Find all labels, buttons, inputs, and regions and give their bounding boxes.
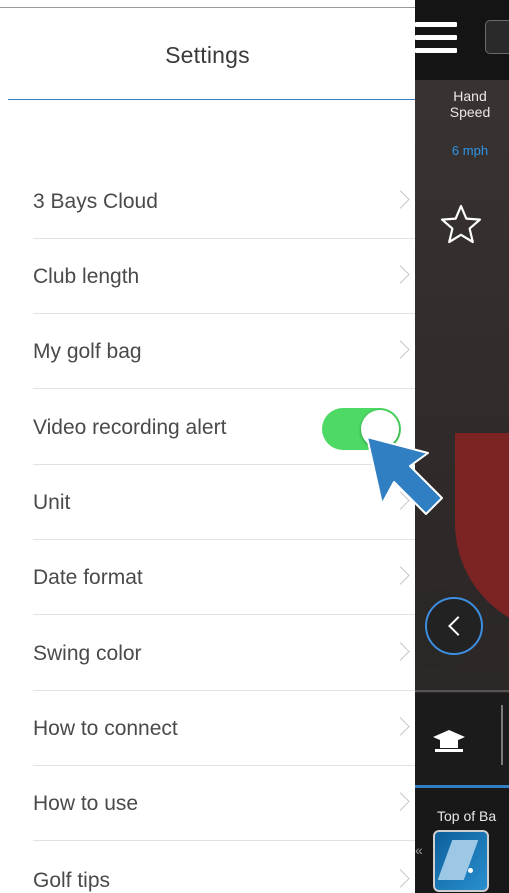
star-icon[interactable] — [440, 203, 482, 245]
chevron-right-icon — [391, 717, 410, 736]
settings-item-label: How to connect — [33, 717, 178, 740]
settings-item-label: Date format — [33, 566, 143, 589]
settings-item-unit[interactable]: Unit — [0, 465, 415, 540]
chevron-right-icon — [391, 340, 410, 359]
menu-icon[interactable] — [415, 22, 457, 56]
hand-speed-label-line2: Speed — [449, 104, 491, 120]
arrow-pointer-icon — [366, 436, 443, 515]
chevron-right-icon — [391, 869, 410, 888]
row-divider — [33, 388, 415, 389]
cap-icon[interactable] — [429, 727, 469, 755]
settings-panel: Settings 3 Bays Cloud Club length My gol… — [0, 0, 415, 893]
row-divider — [33, 614, 415, 615]
settings-item-label: My golf bag — [33, 340, 142, 363]
settings-item-date-format[interactable]: Date format — [0, 540, 415, 615]
collapse-icon[interactable]: « — [415, 842, 423, 858]
settings-item-label: Unit — [33, 491, 71, 514]
swing-thumbnail-icon[interactable] — [433, 830, 489, 892]
settings-item-label: How to use — [33, 792, 139, 815]
settings-item-3-bays-cloud[interactable]: 3 Bays Cloud — [0, 164, 415, 239]
back-chevron-icon — [448, 616, 468, 636]
settings-item-label: 3 Bays Cloud — [33, 190, 158, 213]
settings-item-swing-color[interactable]: Swing color — [0, 616, 415, 691]
settings-item-club-length[interactable]: Club length — [0, 239, 415, 314]
settings-item-video-recording-alert: Video recording alert — [0, 390, 415, 465]
chevron-right-icon — [391, 792, 410, 811]
hand-speed-value: 6 mph — [451, 143, 489, 158]
chevron-right-icon — [391, 190, 410, 209]
toolbar-divider — [415, 690, 509, 692]
swing-phase-panel: Top of Ba « — [415, 788, 509, 893]
status-divider — [0, 7, 415, 8]
settings-item-label: Video recording alert — [33, 416, 227, 439]
toolbar-divider-line — [501, 705, 503, 765]
page-title: Settings — [165, 42, 250, 68]
app-header — [415, 0, 509, 80]
settings-item-how-to-use[interactable]: How to use — [0, 766, 415, 841]
title-underline — [8, 99, 415, 100]
club-thumbnail[interactable] — [485, 20, 509, 54]
chevron-right-icon — [391, 265, 410, 284]
swing-phase-label: Top of Ba — [437, 808, 497, 824]
settings-item-golf-tips[interactable]: Golf tips — [0, 843, 415, 893]
bottom-toolbar — [415, 693, 509, 785]
settings-item-my-golf-bag[interactable]: My golf bag — [0, 314, 415, 389]
settings-item-label: Swing color — [33, 642, 142, 665]
chevron-right-icon — [391, 566, 410, 585]
chevron-right-icon — [391, 642, 410, 661]
back-button[interactable] — [425, 597, 483, 655]
row-divider — [33, 840, 415, 841]
hand-speed-label: Hand Speed — [415, 88, 509, 120]
hand-speed-label-line1: Hand — [453, 88, 487, 104]
settings-item-how-to-connect[interactable]: How to connect — [0, 691, 415, 766]
settings-item-label: Golf tips — [33, 869, 111, 892]
settings-item-label: Club length — [33, 265, 140, 288]
